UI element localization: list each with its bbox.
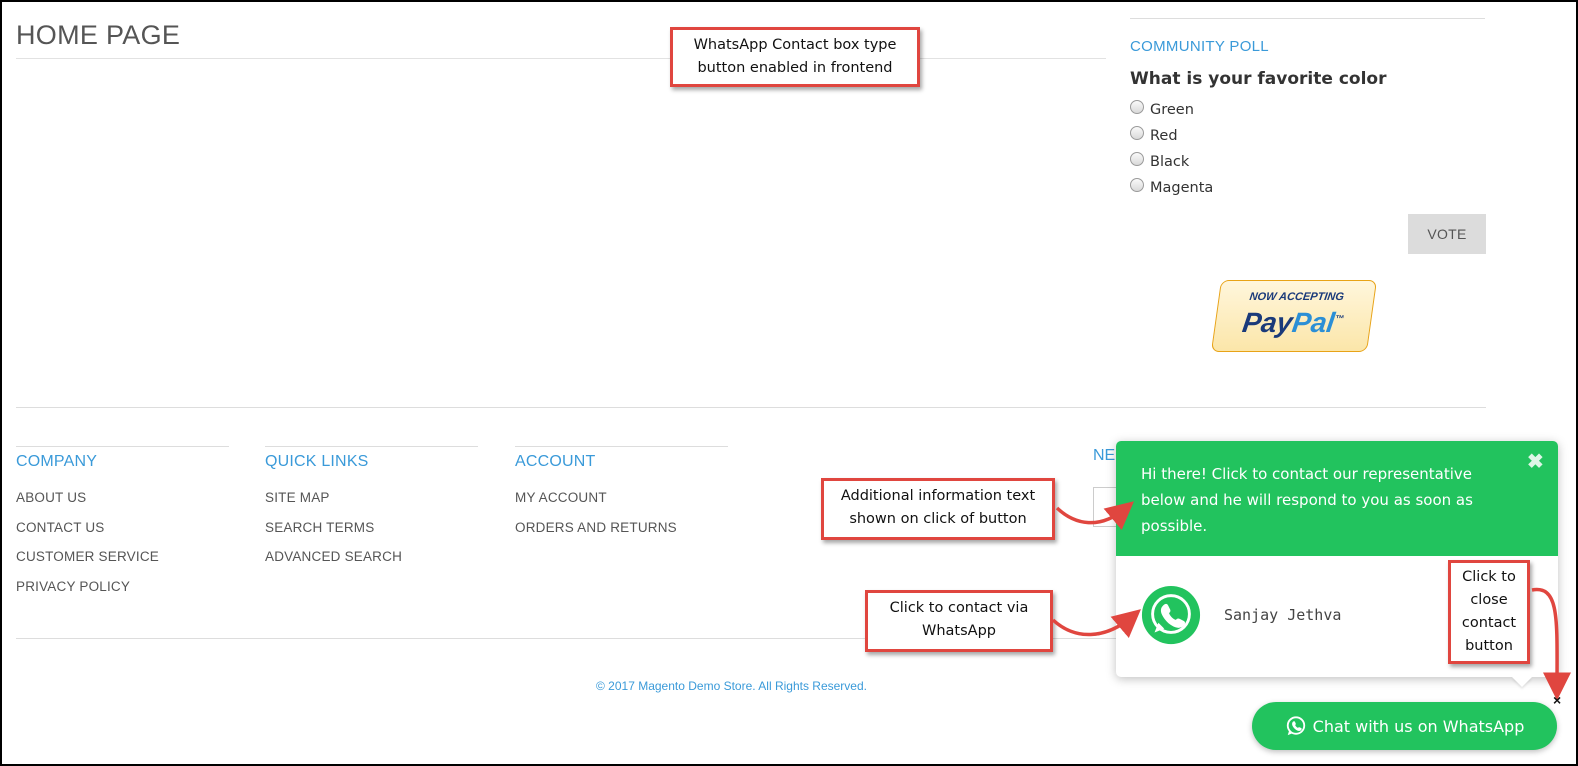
title-divider [16, 58, 1106, 59]
poll-option-green[interactable]: Green [1130, 100, 1194, 118]
footer-link-about-us[interactable]: ABOUT US [16, 490, 86, 505]
paypal-tagline: NOW ACCEPTING [1248, 291, 1345, 303]
poll-question: What is your favorite color [1130, 69, 1387, 89]
whatsapp-box-close-icon[interactable]: ✖ [1527, 449, 1544, 474]
footer-link-advanced-search[interactable]: ADVANCED SEARCH [265, 549, 402, 564]
whatsapp-agent-name[interactable]: Sanjay Jethva [1224, 606, 1341, 624]
callout-button-enabled: WhatsApp Contact box type button enabled… [670, 27, 920, 87]
poll-heading: COMMUNITY POLL [1130, 38, 1269, 55]
whatsapp-greeting-message: Hi there! Click to contact our represent… [1141, 465, 1473, 535]
paypal-badge[interactable]: NOW ACCEPTING PayPal™ [1210, 280, 1378, 352]
company-divider [16, 446, 229, 447]
poll-option-black[interactable]: Black [1130, 152, 1190, 170]
poll-option-label: Magenta [1150, 180, 1214, 196]
poll-divider [1130, 18, 1485, 19]
poll-option-label: Green [1150, 102, 1194, 118]
callout-contact-whatsapp: Click to contact via WhatsApp [865, 590, 1053, 652]
footer-link-orders-and-returns[interactable]: ORDERS AND RETURNS [515, 520, 677, 535]
whatsapp-icon [1286, 716, 1305, 736]
paypal-pal: Pal [1290, 307, 1337, 338]
whatsapp-agent-row[interactable]: Sanjay Jethva [1140, 584, 1341, 646]
whatsapp-launch-label: Chat with us on WhatsApp [1312, 716, 1525, 736]
whatsapp-agent-icon[interactable] [1140, 584, 1202, 646]
account-divider [515, 446, 728, 447]
footer-heading-quick-links: QUICK LINKS [265, 453, 369, 470]
whatsapp-launch-close-icon[interactable]: × [1553, 692, 1561, 708]
footer-heading-account: ACCOUNT [515, 453, 596, 470]
whatsapp-chat-launch-button[interactable]: Chat with us on WhatsApp [1252, 702, 1557, 750]
footer-link-contact-us[interactable]: CONTACT US [16, 520, 105, 535]
page-title: HOME PAGE [16, 20, 181, 50]
footer-link-site-map[interactable]: SITE MAP [265, 490, 330, 505]
radio-button[interactable] [1130, 178, 1144, 192]
whatsapp-box-pointer [1512, 677, 1532, 687]
paypal-logo-text: PayPal™ [1214, 307, 1372, 339]
radio-button[interactable] [1130, 152, 1144, 166]
footer-link-privacy-policy[interactable]: PRIVACY POLICY [16, 579, 130, 594]
quick-links-divider [265, 446, 478, 447]
newsletter-heading: NE [1093, 447, 1116, 464]
footer-divider [16, 407, 1486, 408]
footer-link-search-terms[interactable]: SEARCH TERMS [265, 520, 374, 535]
callout-info-text: Additional information text shown on cli… [821, 478, 1055, 540]
vote-button[interactable]: VOTE [1408, 214, 1486, 254]
copyright-text: © 2017 Magento Demo Store. All Rights Re… [596, 679, 867, 693]
footer-link-customer-service[interactable]: CUSTOMER SERVICE [16, 549, 159, 564]
poll-option-magenta[interactable]: Magenta [1130, 178, 1214, 196]
footer-link-my-account[interactable]: MY ACCOUNT [515, 490, 607, 505]
callout-close-button: Click to close contact button [1448, 560, 1530, 664]
whatsapp-box-header: Hi there! Click to contact our represent… [1116, 441, 1558, 556]
paypal-pay: Pay [1240, 307, 1295, 338]
footer-heading-company: COMPANY [16, 453, 98, 470]
radio-button[interactable] [1130, 126, 1144, 140]
poll-option-label: Black [1150, 154, 1190, 170]
poll-option-label: Red [1150, 128, 1178, 144]
poll-option-red[interactable]: Red [1130, 126, 1178, 144]
paypal-tm: ™ [1334, 313, 1345, 324]
radio-button[interactable] [1130, 100, 1144, 114]
